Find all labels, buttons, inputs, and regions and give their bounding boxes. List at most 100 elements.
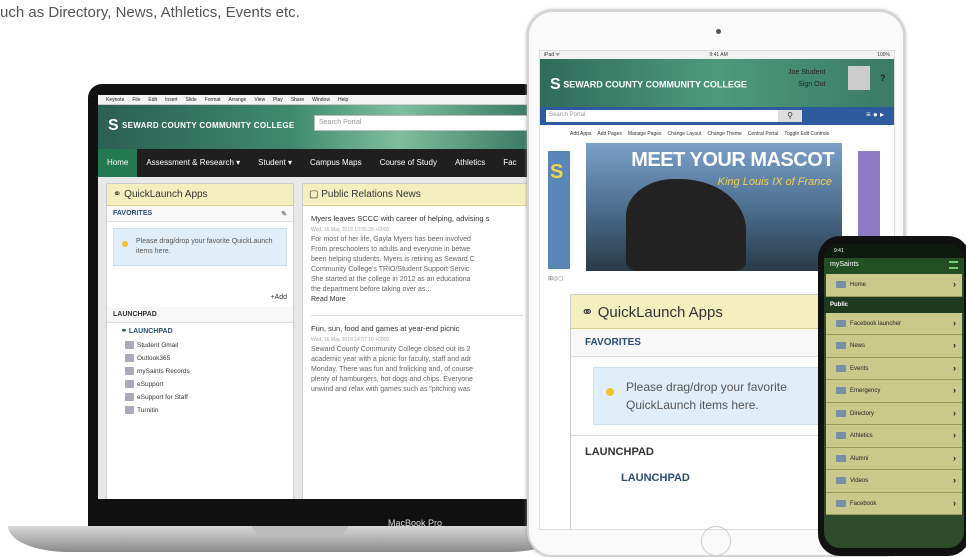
- menu-item-label: Emergency: [850, 388, 881, 394]
- mac-menu-item[interactable]: File: [132, 97, 140, 103]
- article-text: For most of her life, Gayla Myers has be…: [311, 236, 471, 243]
- launchpad-item[interactable]: Turnitin: [107, 404, 293, 417]
- mac-menu-item[interactable]: Format: [205, 97, 221, 103]
- menu-item[interactable]: Facebook ›: [826, 492, 962, 515]
- article-text: been helping students. Myers is retiring…: [311, 256, 475, 263]
- article-text: plenty of hamburgers, hot dogs and chips…: [311, 376, 473, 383]
- read-more-link[interactable]: Read More: [311, 295, 523, 305]
- article-text: the department before taking over as...: [311, 286, 432, 293]
- portal-banner: S SEWARD COUNTY COMMUNITY COLLEGE Search …: [98, 105, 528, 149]
- chevron-right-icon: ›: [953, 279, 956, 289]
- launchpad-item-label: Student Gmail: [137, 342, 179, 349]
- launchpad-item-label: eSupport: [137, 381, 164, 388]
- home-button[interactable]: [701, 526, 731, 556]
- mac-menu-item[interactable]: Play: [273, 97, 283, 103]
- menu-item[interactable]: Alumni ›: [826, 447, 962, 470]
- nav-item[interactable]: Assessment & Research ▾: [137, 149, 249, 177]
- menu-icon[interactable]: ≡ ● ▸: [866, 110, 884, 119]
- avatar[interactable]: [848, 66, 870, 90]
- toolbar-item[interactable]: Manage Pages: [628, 131, 662, 137]
- status-time: 9:41: [834, 248, 844, 254]
- mac-menu-item[interactable]: Edit: [148, 97, 157, 103]
- hamburger-menu-icon[interactable]: [949, 261, 958, 269]
- mac-menu-item[interactable]: Share: [291, 97, 304, 103]
- search-row: Search Portal ⚲ ≡ ● ▸: [540, 107, 894, 125]
- add-button[interactable]: +Add: [107, 272, 293, 307]
- launchpad-item[interactable]: Outlook365: [107, 352, 293, 365]
- launchpad-item[interactable]: Student Gmail: [107, 339, 293, 352]
- search-icon[interactable]: ⚲: [778, 110, 802, 122]
- panel-title: QuickLaunch Apps: [597, 304, 723, 321]
- mac-menu-bar: Keynote File Edit Insert Slide Format Arrange V…: [98, 95, 528, 105]
- help-button[interactable]: ?: [880, 73, 886, 83]
- sign-out-link[interactable]: Sign Out: [788, 79, 825, 91]
- search-input[interactable]: Search Portal: [546, 110, 778, 122]
- college-logo: S SEWARD COUNTY COMMUNITY COLLEGE: [550, 76, 747, 93]
- panel-header: ⚭ QuickLaunch Apps: [107, 184, 293, 206]
- nav-item[interactable]: Athletics: [446, 149, 494, 177]
- article-headline[interactable]: Myers leaves SCCC with career of helping…: [311, 214, 523, 224]
- college-logo: S SEWARD COUNTY COMMUNITY COLLEGE: [108, 117, 295, 134]
- nav-item[interactable]: Campus Maps: [301, 149, 371, 177]
- mac-menu-item[interactable]: Help: [338, 97, 348, 103]
- favorites-dropzone[interactable]: Please drag/drop your favorite QuickLaun…: [113, 228, 287, 266]
- menu-item[interactable]: Facebook launcher ›: [826, 312, 962, 335]
- mascot-banner[interactable]: MEET YOUR MASCOT King Louis IX of France: [586, 143, 842, 271]
- toolbar-item[interactable]: Change Layout: [668, 131, 702, 137]
- mac-menu-item[interactable]: View: [254, 97, 265, 103]
- nav-item[interactable]: Home: [98, 149, 138, 177]
- section-header: Public: [824, 296, 964, 313]
- toolbar-item[interactable]: Add Apps: [570, 131, 591, 137]
- mac-menu-item[interactable]: Keynote: [106, 97, 124, 103]
- app-icon: [125, 367, 134, 375]
- carousel-prev-slide[interactable]: S: [548, 151, 570, 269]
- menu-item-label: Home: [850, 282, 867, 288]
- menu-item[interactable]: Athletics ›: [826, 425, 962, 448]
- launchpad-link-label: LAUNCHPAD: [128, 328, 173, 335]
- launchpad-item[interactable]: eSupport: [107, 378, 293, 391]
- launchpad-item-label: mySaints Records: [137, 368, 190, 375]
- mac-menu-item[interactable]: Window: [312, 97, 330, 103]
- lightbulb-icon: [122, 241, 128, 247]
- launchpad-item[interactable]: mySaints Records: [107, 365, 293, 378]
- laptop-screen: Keynote File Edit Insert Slide Format Arrange V…: [98, 95, 528, 499]
- toolbar-item[interactable]: Toggle Edit Controls: [784, 131, 829, 137]
- menu-item-label: Facebook: [850, 500, 877, 507]
- user-name: Joe Student: [788, 69, 826, 76]
- chevron-right-icon: ›: [953, 340, 956, 350]
- menu-item-home[interactable]: Home ›: [826, 274, 962, 297]
- battery-label: 100%: [877, 52, 890, 58]
- menu-item-label: News: [850, 343, 866, 349]
- launchpad-header: LAUNCHPAD: [107, 307, 293, 323]
- search-input[interactable]: Search Portal: [314, 115, 528, 131]
- favorites-header: FAVORITES ✎: [107, 206, 293, 222]
- mac-menu-item[interactable]: Slide: [186, 97, 197, 103]
- launchpad-link[interactable]: ⚭ LAUNCHPAD: [107, 323, 293, 339]
- edit-toolbar: Add Apps Add Pages Manage Pages Change Layo…: [540, 125, 894, 143]
- mac-menu-item[interactable]: Arrange: [229, 97, 247, 103]
- launchpad-item[interactable]: eSupport for Staff: [107, 391, 293, 404]
- news-article: Fun, sun, food and games at year-end pic…: [311, 324, 523, 395]
- nav-item[interactable]: Student ▾: [249, 149, 301, 177]
- college-name: SEWARD COUNTY COMMUNITY COLLEGE: [121, 121, 295, 131]
- toolbar-item[interactable]: Add Pages: [597, 131, 621, 137]
- banner-title: MEET YOUR MASCOT: [631, 149, 834, 171]
- edit-icon[interactable]: ✎: [281, 210, 287, 218]
- menu-item[interactable]: Directory ›: [826, 402, 962, 425]
- menu-item[interactable]: Emergency ›: [826, 380, 962, 403]
- phone-screen: 9:41 mySaints Home › Public Facebook laun…: [824, 244, 964, 548]
- article-headline[interactable]: Fun, sun, food and games at year-end pic…: [311, 324, 523, 334]
- menu-item-label: Videos: [850, 478, 869, 484]
- toolbar-item[interactable]: Change Theme: [707, 131, 741, 137]
- menu-item[interactable]: Videos ›: [826, 470, 962, 493]
- nav-item[interactable]: Course of Study: [371, 149, 446, 177]
- nav-item[interactable]: Fac: [494, 149, 525, 177]
- carousel-controls[interactable]: ⊞◎◻: [548, 275, 563, 282]
- article-text: She started at the college in 2012 as an…: [311, 276, 471, 283]
- menu-item[interactable]: News ›: [826, 335, 962, 358]
- article-text: academic year with a picnic for faculty,…: [311, 356, 472, 363]
- mac-menu-item[interactable]: Insert: [165, 97, 178, 103]
- dropzone-hint: Please drag/drop your favorite QuickLaun…: [626, 380, 787, 412]
- toolbar-item[interactable]: Central Portal: [748, 131, 779, 137]
- menu-item[interactable]: Events ›: [826, 357, 962, 380]
